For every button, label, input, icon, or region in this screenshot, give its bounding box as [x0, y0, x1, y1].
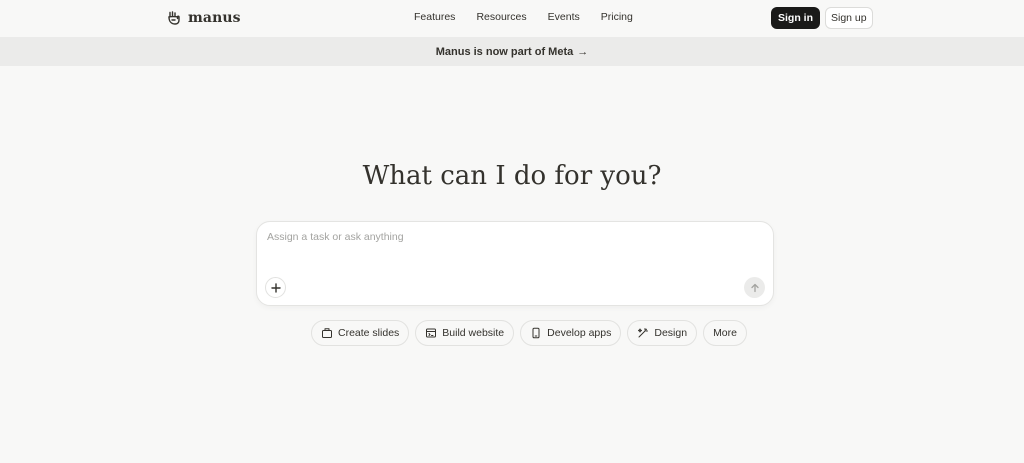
nav-events[interactable]: Events [548, 11, 580, 23]
chip-create-slides[interactable]: Create slides [311, 320, 410, 346]
chip-label: Design [654, 327, 688, 339]
send-button[interactable] [744, 277, 765, 298]
magic-wand-icon [638, 328, 649, 338]
task-composer [256, 221, 774, 306]
browser-window-icon [426, 328, 437, 338]
nav-pricing[interactable]: Pricing [601, 11, 633, 23]
chip-label: Create slides [338, 327, 400, 339]
chip-label: Build website [442, 327, 505, 339]
chip-build-website[interactable]: Build website [415, 320, 515, 346]
quick-actions: Create slides Build website Develop apps… [311, 320, 747, 346]
chip-develop-apps[interactable]: Develop apps [520, 320, 622, 346]
nav-resources[interactable]: Resources [476, 11, 526, 23]
announcement-banner[interactable]: Manus is now part of Meta → [0, 37, 1024, 66]
slides-icon [322, 328, 332, 338]
chip-label: More [713, 327, 737, 339]
banner-text: Manus is now part of Meta [435, 45, 574, 58]
chip-design[interactable]: Design [627, 320, 698, 346]
chip-label: Develop apps [547, 327, 612, 339]
chip-more[interactable]: More [703, 320, 747, 346]
plus-icon [270, 282, 281, 293]
nav-features[interactable]: Features [414, 11, 455, 23]
add-attachment-button[interactable] [265, 277, 286, 298]
task-input[interactable] [267, 231, 762, 271]
sign-up-button[interactable]: Sign up [825, 7, 873, 29]
arrow-right-icon: → [577, 45, 589, 58]
arrow-up-icon [750, 283, 759, 292]
logo-text: manus [188, 10, 241, 26]
manus-hand-icon [168, 11, 180, 25]
page-title: What can I do for you? [362, 161, 662, 191]
mobile-phone-icon [532, 327, 540, 339]
sign-in-button[interactable]: Sign in [771, 7, 820, 29]
top-navigation: manus Features Resources Events Pricing … [0, 0, 1024, 37]
logo[interactable]: manus [166, 8, 241, 28]
auth-buttons: Sign in Sign up [771, 7, 873, 29]
main-nav: Features Resources Events Pricing [414, 11, 654, 23]
